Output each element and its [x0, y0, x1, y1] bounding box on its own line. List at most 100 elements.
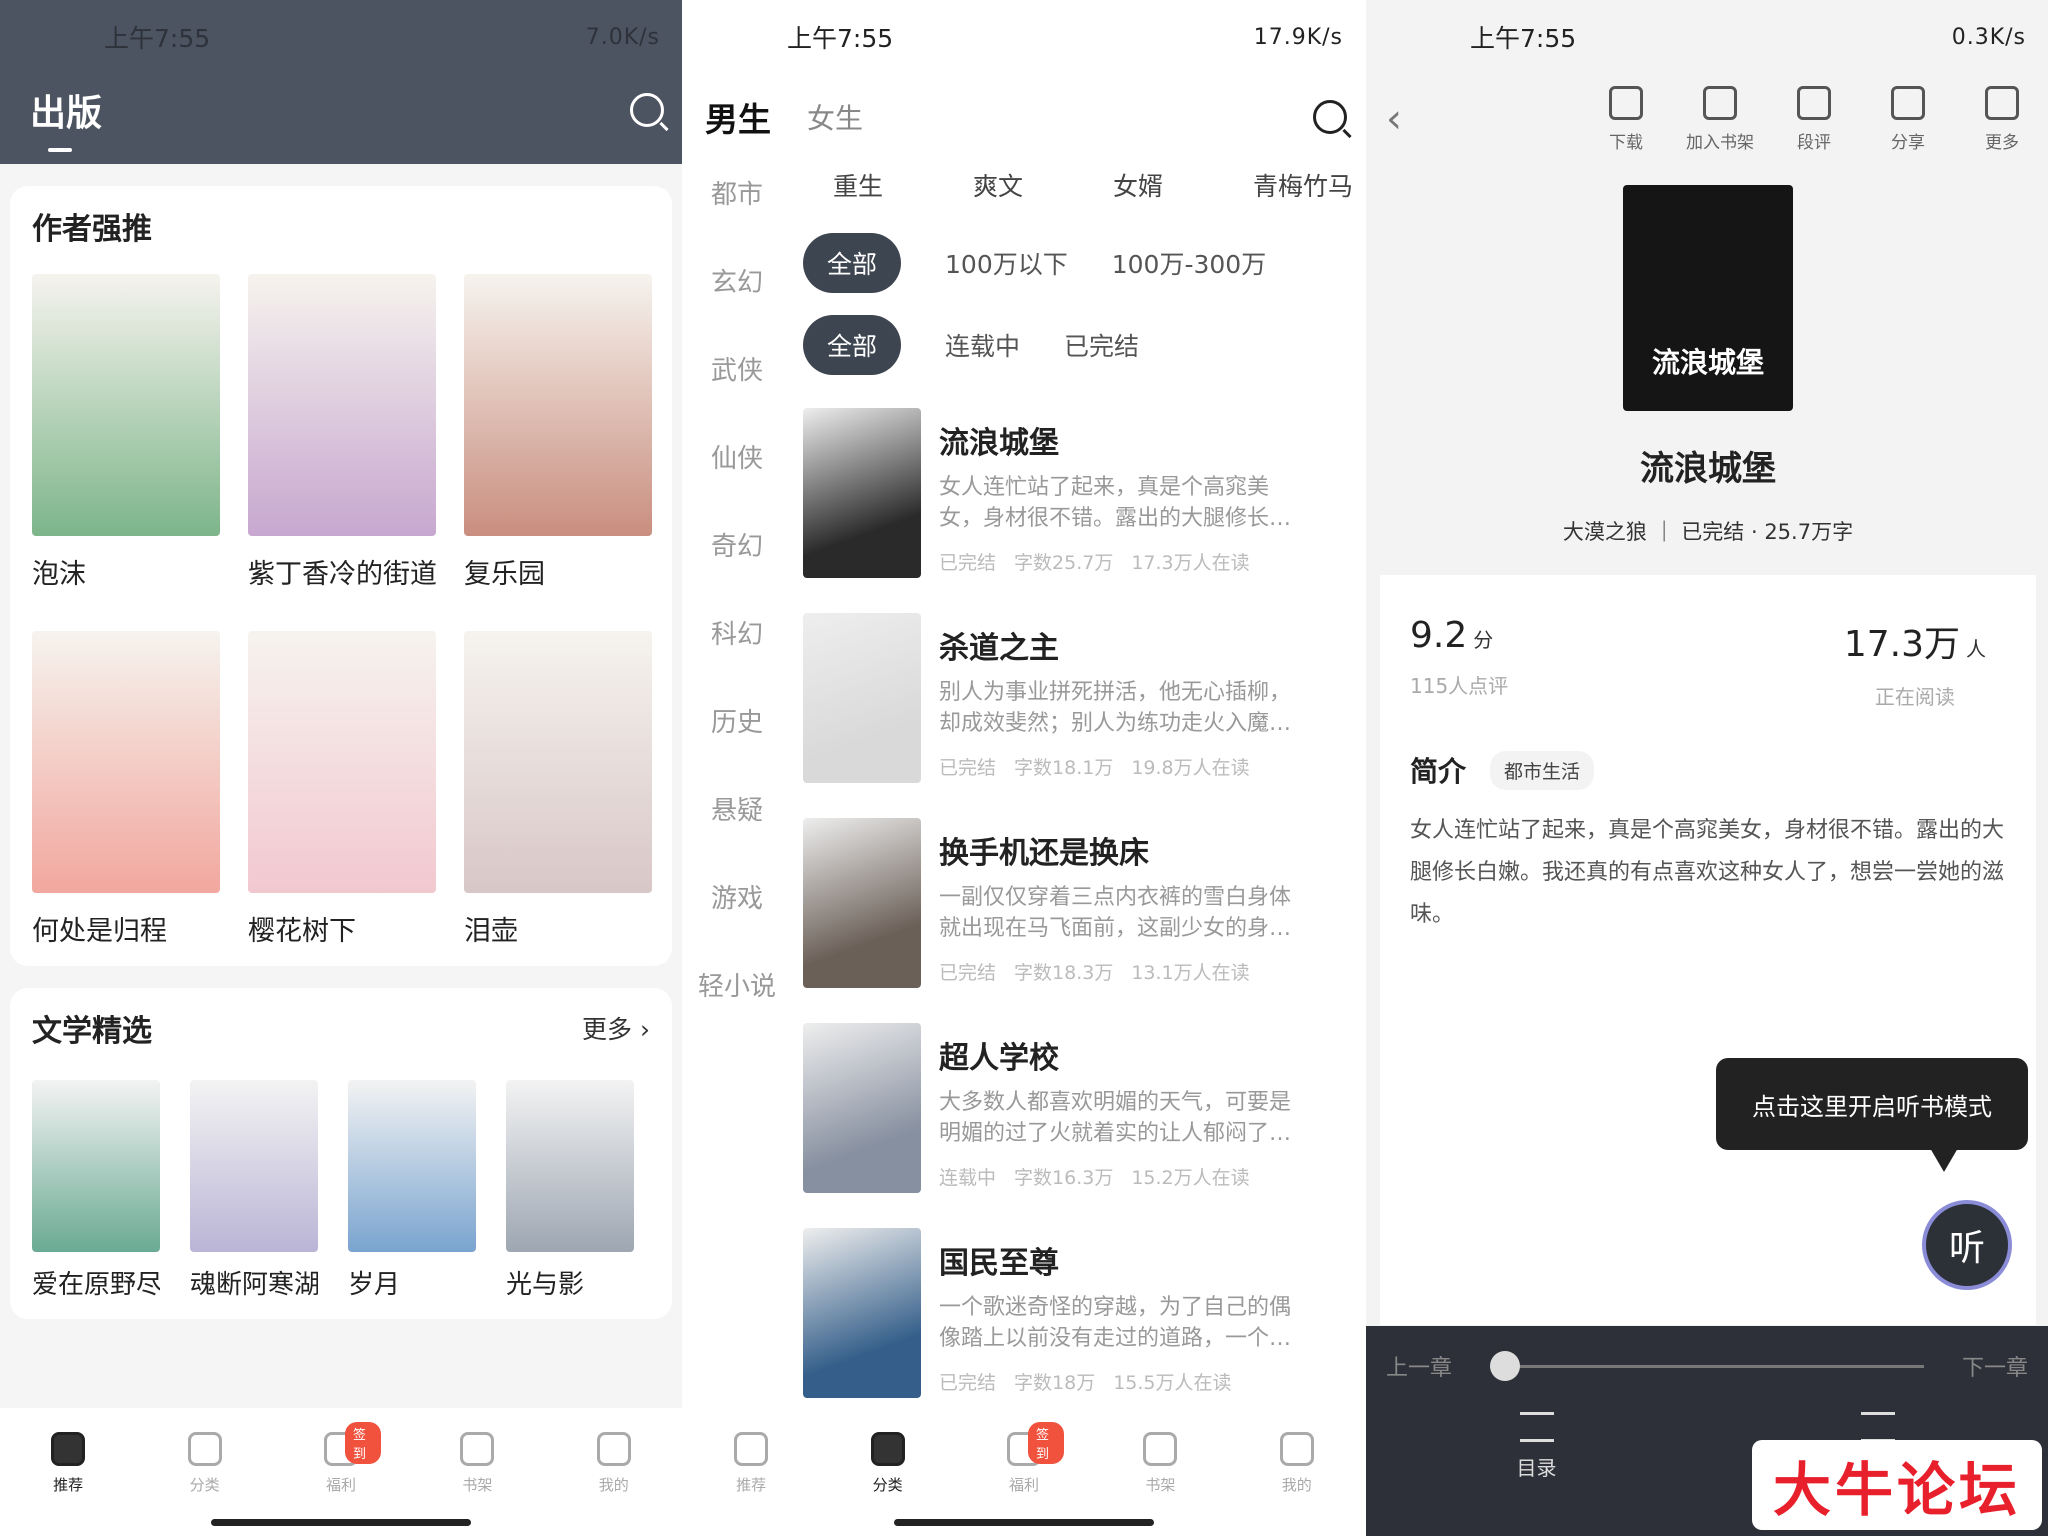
reader-bottom-0[interactable]: 目录 — [1517, 1412, 1557, 1481]
search-icon[interactable] — [1313, 100, 1347, 134]
meta-state: 已完结 — [939, 757, 997, 779]
book-cover[interactable] — [348, 1080, 476, 1252]
book-title: 流浪城堡 — [1640, 449, 1776, 489]
category-item[interactable]: 轻小说 — [683, 952, 791, 1040]
book-row[interactable]: 超人学校 大多数人都喜欢明媚的天气，可要是明媚的过了火就着实的让人郁闷了… 连载中字… — [803, 1023, 1363, 1228]
book-title[interactable]: 何处是归程 — [32, 909, 220, 948]
toolbar-3[interactable]: 分享 — [1874, 85, 1942, 153]
book-cover[interactable] — [506, 1080, 634, 1252]
sub-category[interactable]: 重生 — [833, 167, 883, 203]
toolbar-4[interactable]: 更多 — [1968, 85, 2036, 153]
book-title[interactable]: 樱花树下 — [248, 909, 436, 948]
category-item[interactable]: 历史 — [683, 688, 791, 776]
nav-label: 我的 — [1281, 1476, 1312, 1494]
book-item[interactable]: 紫丁香冷的街道 — [248, 274, 436, 591]
book-title[interactable]: 换手机还是换床 — [939, 828, 1299, 872]
book-title[interactable]: 超人学校 — [939, 1033, 1299, 1077]
book-title[interactable]: 流浪城堡 — [939, 418, 1299, 462]
intro-label: 简介 — [1410, 755, 1467, 788]
book-row[interactable]: 换手机还是换床 一副仅仅穿着三点内衣裤的雪白身体就出现在马飞面前，这副少女的身… 已… — [803, 818, 1363, 1023]
book-cover[interactable] — [248, 274, 436, 536]
book-item[interactable]: 岁月 — [348, 1080, 476, 1301]
chapter-slider[interactable] — [1490, 1350, 1924, 1381]
book-item[interactable]: 樱花树下 — [248, 631, 436, 948]
book-cover[interactable] — [32, 274, 220, 536]
listen-button[interactable]: 听 — [1922, 1200, 2012, 1290]
book-title[interactable]: 泪壶 — [464, 909, 652, 948]
category-item[interactable]: 奇幻 — [683, 512, 791, 600]
book-row[interactable]: 流浪城堡 女人连忙站了起来，真是个高窕美女，身材很不错。露出的大腿修长… 已完结 字数… — [803, 408, 1363, 613]
filter-pill[interactable]: 全部 — [803, 233, 902, 293]
book-title[interactable]: 杀道之主 — [939, 623, 1299, 667]
book-item[interactable]: 爱在原野尽 — [32, 1080, 160, 1301]
book-item[interactable]: 复乐园 — [464, 274, 652, 591]
book-row[interactable]: 杀道之主 别人为事业拼死拼活，他无心插柳，却成效斐然；别人为练功走火入魔… 已完结字… — [803, 613, 1363, 818]
category-item[interactable]: 仙侠 — [683, 424, 791, 512]
toolbar-1[interactable]: 加入书架 — [1686, 85, 1754, 153]
next-chapter-button[interactable]: 下一章 — [1962, 1350, 2028, 1382]
book-item[interactable]: 泪壶 — [464, 631, 652, 948]
book-cover[interactable] — [803, 613, 921, 783]
category-item[interactable]: 都市 — [683, 160, 791, 248]
genre-tag[interactable]: 都市生活 — [1490, 750, 1595, 790]
book-cover[interactable] — [32, 1080, 160, 1252]
meta-words: 字数18.1万 — [1014, 757, 1114, 779]
book-item[interactable]: 魂断阿寒湖 — [190, 1080, 318, 1301]
search-icon[interactable] — [630, 93, 664, 127]
book-desc: 一副仅仅穿着三点内衣裤的雪白身体就出现在马飞面前，这副少女的身… — [939, 885, 1292, 941]
nav-label: 推荐 — [53, 1476, 84, 1494]
nav-item-4[interactable]: 我的 — [1257, 1432, 1337, 1536]
nav-item-0[interactable]: 推荐 — [28, 1432, 108, 1536]
sub-category-row: 重生 爽文 女婿 青梅竹马 — [803, 160, 1363, 210]
filter-pill[interactable]: 全部 — [803, 315, 902, 375]
book-cover[interactable] — [803, 1228, 921, 1398]
category-item[interactable]: 科幻 — [683, 600, 791, 688]
category-item[interactable]: 游戏 — [683, 864, 791, 952]
filter-pill[interactable]: 100万-300万 — [1112, 245, 1266, 281]
book-title[interactable]: 岁月 — [348, 1264, 476, 1301]
nav-label: 分类 — [189, 1476, 220, 1494]
filter-pill[interactable]: 连载中 — [945, 327, 1020, 363]
book-cover[interactable] — [464, 274, 652, 536]
sub-category[interactable]: 爽文 — [973, 167, 1023, 203]
book-title[interactable]: 复乐园 — [464, 552, 652, 591]
more-link[interactable]: 更多 › — [582, 1010, 650, 1046]
book-title[interactable]: 光与影 — [506, 1264, 634, 1301]
book-title[interactable]: 紫丁香冷的街道 — [248, 552, 436, 591]
book-title[interactable]: 魂断阿寒湖 — [190, 1264, 318, 1301]
book-title[interactable]: 泡沫 — [32, 552, 220, 591]
sub-category[interactable]: 女婿 — [1113, 167, 1163, 203]
book-title[interactable]: 爱在原野尽 — [32, 1264, 160, 1301]
book-cover[interactable] — [803, 408, 921, 578]
book-cover[interactable] — [803, 1023, 921, 1193]
prev-chapter-button[interactable]: 上一章 — [1386, 1350, 1452, 1382]
filter-pill[interactable]: 100万以下 — [945, 245, 1068, 281]
category-item[interactable]: 武侠 — [683, 336, 791, 424]
nav-item-0[interactable]: 推荐 — [711, 1432, 791, 1536]
category-item[interactable]: 玄幻 — [683, 248, 791, 336]
toolbar-0[interactable]: 下载 — [1592, 85, 1660, 153]
filter-pill[interactable]: 已完结 — [1064, 327, 1139, 363]
book-cover[interactable] — [248, 631, 436, 893]
category-item[interactable]: 悬疑 — [683, 776, 791, 864]
toolbar-2[interactable]: 段评 — [1780, 85, 1848, 153]
word-filter: 全部 100万以下 100万-300万 — [803, 233, 1363, 293]
book-cover[interactable] — [464, 631, 652, 893]
tool-label: 更多 — [1985, 132, 2019, 153]
nav-item-4[interactable]: 我的 — [574, 1432, 654, 1536]
tab-male[interactable]: 男生 — [705, 93, 771, 141]
book-item[interactable]: 光与影 — [506, 1080, 634, 1301]
tab-female[interactable]: 女生 — [807, 97, 863, 137]
book-cover[interactable] — [32, 631, 220, 893]
book-item[interactable]: 泡沫 — [32, 274, 220, 591]
book-item[interactable]: 何处是归程 — [32, 631, 220, 948]
slider-knob[interactable] — [1490, 1350, 1521, 1381]
sub-category[interactable]: 青梅竹马 — [1253, 167, 1353, 203]
book-cover[interactable] — [190, 1080, 318, 1252]
nav-badge: 签到 — [1027, 1422, 1064, 1464]
book-row[interactable]: 国民至尊 一个歌迷奇怪的穿越，为了自己的偶像踏上以前没有走过的道路，一个… 已完结字… — [803, 1228, 1363, 1433]
back-icon[interactable]: ‹ — [1386, 96, 1506, 142]
book-cover[interactable] — [803, 818, 921, 988]
book-title[interactable]: 国民至尊 — [939, 1238, 1299, 1282]
author-recommend-card: 作者强推 泡沫 紫丁香冷的街道 复乐园 何处是归程 樱花树下 泪壶 — [10, 186, 672, 966]
